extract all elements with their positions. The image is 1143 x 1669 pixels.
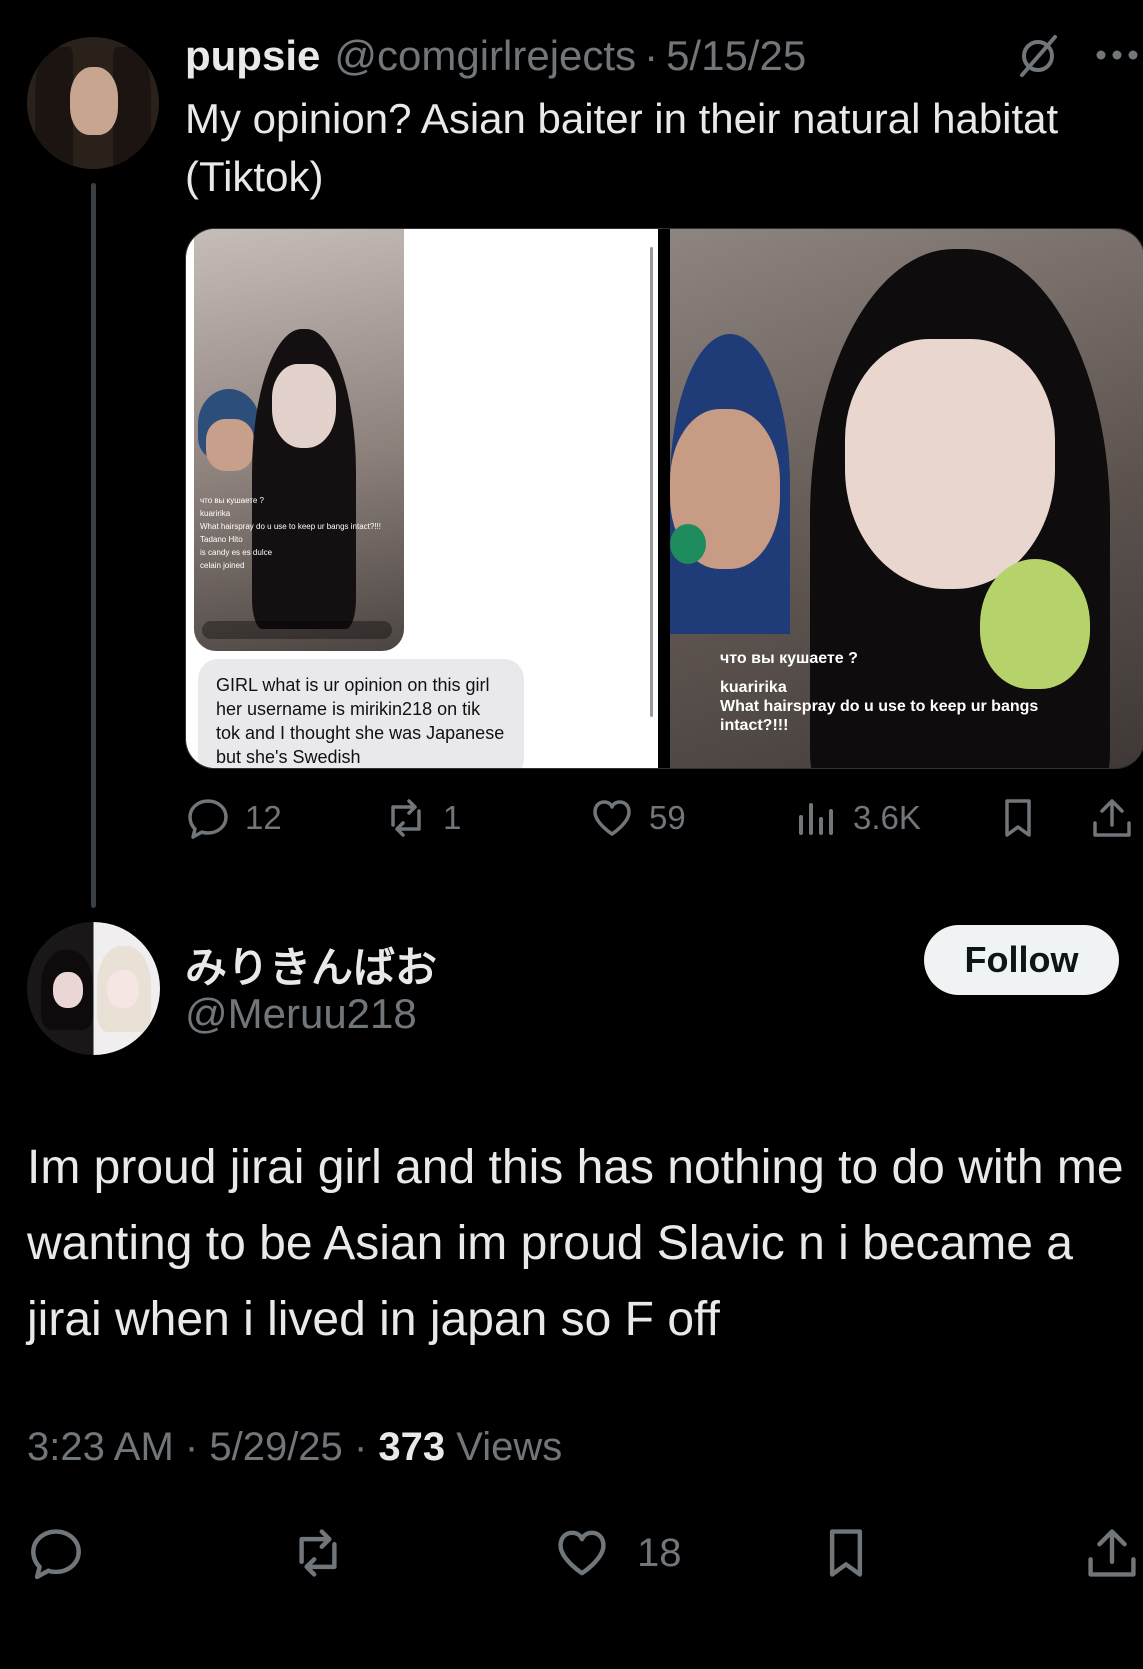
like-button[interactable]: 18 bbox=[553, 1523, 682, 1583]
parent-tweet-text: My opinion? Asian baiter in their natura… bbox=[185, 95, 1059, 200]
media-image-chat-screenshot[interactable]: что вы кушаете ? kuaririka What hairspra… bbox=[186, 229, 658, 768]
repost-icon bbox=[299, 1529, 337, 1577]
bookmark-icon bbox=[1005, 799, 1031, 837]
tweet-date[interactable]: 5/29/25 bbox=[209, 1425, 342, 1469]
chat-message-bubble: GIRL what is ur opinion on this girl her… bbox=[198, 659, 524, 768]
bookmark-icon bbox=[829, 1529, 863, 1577]
more-options-icon[interactable] bbox=[1095, 40, 1139, 70]
tweet-date[interactable]: 5/15/25 bbox=[666, 32, 806, 80]
repost-count: 1 bbox=[443, 799, 462, 836]
repost-button[interactable] bbox=[289, 1523, 347, 1583]
reply-count: 12 bbox=[245, 799, 282, 836]
parent-tweet-actions: 12 1 59 3.6K bbox=[185, 793, 1143, 843]
views-label: Views bbox=[456, 1425, 563, 1469]
parent-tweet-header: pupsie @comgirlrejects · 5/15/25 bbox=[185, 32, 806, 82]
grok-icon[interactable] bbox=[1015, 33, 1061, 79]
share-icon bbox=[1093, 799, 1131, 837]
repost-button[interactable]: 1 bbox=[383, 793, 461, 843]
author-display-name[interactable]: みりきんばお bbox=[185, 934, 437, 995]
author-handle[interactable]: @comgirlrejects bbox=[334, 32, 636, 80]
header-separator: · bbox=[644, 32, 659, 79]
livestream-comments: что вы кушаете ? kuaririka What hairspra… bbox=[200, 496, 381, 570]
screenshot-scrollbar bbox=[650, 247, 653, 717]
livestream-comments-overlay: что вы кушаете ? kuaririka What hairspra… bbox=[720, 650, 1039, 734]
like-count: 59 bbox=[649, 799, 686, 836]
reply-icon bbox=[188, 799, 228, 839]
share-button[interactable] bbox=[1083, 1523, 1141, 1583]
author-avatar[interactable] bbox=[27, 37, 159, 169]
thread-connector-line bbox=[91, 183, 96, 908]
author-avatar[interactable] bbox=[27, 922, 160, 1055]
reply-icon bbox=[31, 1529, 81, 1580]
like-count: 18 bbox=[637, 1530, 682, 1575]
views-count: 373 bbox=[378, 1425, 446, 1469]
meta-separator: · bbox=[184, 1425, 199, 1469]
reply-button[interactable] bbox=[27, 1523, 85, 1583]
tweet-time[interactable]: 3:23 AM bbox=[27, 1425, 174, 1469]
main-tweet-actions: 18 bbox=[27, 1523, 1143, 1583]
view-count: 3.6K bbox=[853, 799, 921, 836]
author-handle[interactable]: @Meruu218 bbox=[185, 990, 417, 1038]
repost-icon bbox=[391, 799, 421, 837]
like-button[interactable]: 59 bbox=[589, 793, 686, 843]
heart-icon bbox=[593, 800, 631, 836]
views-button[interactable]: 3.6K bbox=[793, 793, 921, 843]
follow-button[interactable]: Follow bbox=[924, 925, 1119, 995]
author-display-name[interactable]: pupsie bbox=[185, 32, 320, 80]
share-icon bbox=[1088, 1529, 1136, 1577]
bookmark-button[interactable] bbox=[995, 793, 1041, 843]
livestream-screenshot: что вы кушаете ? kuaririka What hairspra… bbox=[194, 229, 404, 651]
meta-separator: · bbox=[353, 1425, 368, 1469]
tweet-metadata: 3:23 AM · 5/29/25 · 373 Views bbox=[27, 1425, 562, 1470]
media-image-livestream[interactable]: что вы кушаете ? kuaririka What hairspra… bbox=[670, 229, 1143, 768]
main-tweet-text: Im proud jirai girl and this has nothing… bbox=[27, 1141, 1124, 1346]
views-chart-icon bbox=[799, 803, 833, 835]
reply-button[interactable]: 12 bbox=[185, 793, 282, 843]
heart-icon bbox=[558, 1530, 606, 1576]
tweet-media[interactable]: что вы кушаете ? kuaririka What hairspra… bbox=[185, 228, 1143, 769]
share-button[interactable] bbox=[1089, 793, 1135, 843]
bookmark-button[interactable] bbox=[817, 1523, 875, 1583]
